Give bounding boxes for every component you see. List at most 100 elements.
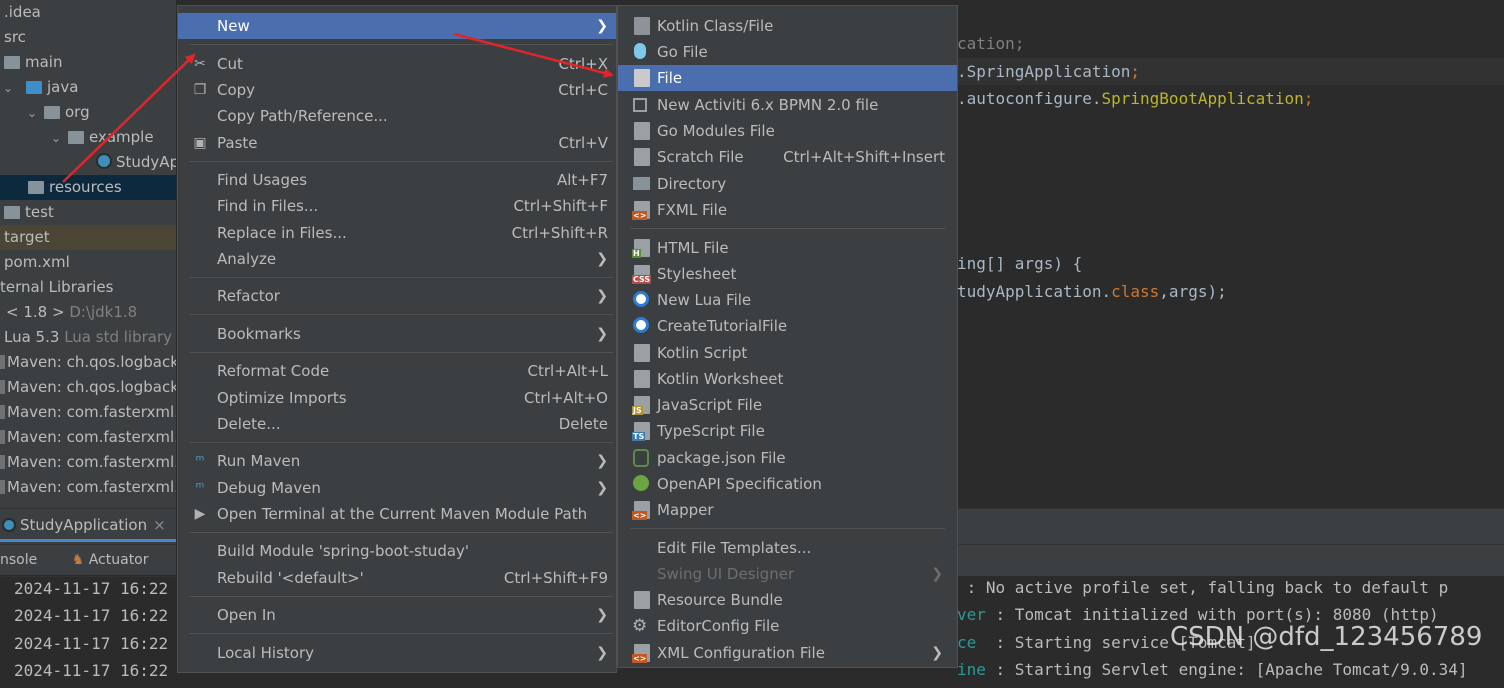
submenu-item-kotlin-class[interactable]: Kotlin Class/File bbox=[618, 13, 957, 39]
menu-item-optimize-imports[interactable]: Optimize Imports Ctrl+Alt+O bbox=[178, 385, 616, 411]
submenu-item-kotlin-worksheet[interactable]: Kotlin Worksheet bbox=[618, 366, 957, 392]
tree-item-test[interactable]: test bbox=[0, 200, 176, 225]
run-tool-tabs: StudyApplication × bbox=[0, 508, 176, 544]
submenu-item-scratch-file[interactable]: Scratch File Ctrl+Alt+Shift+Insert bbox=[618, 144, 957, 170]
submenu-item-create-tutorial[interactable]: CreateTutorialFile bbox=[618, 313, 957, 339]
folder-icon bbox=[633, 177, 650, 190]
menu-item-open-in[interactable]: Open In ❯ bbox=[178, 602, 616, 628]
context-menu: New ❯ ✂ Cut Ctrl+X ❐ Copy Ctrl+C Copy Path/Re… bbox=[177, 5, 617, 673]
submenu-item-openapi[interactable]: OpenAPI Specification bbox=[618, 471, 957, 497]
submenu-item-go-modules[interactable]: Go Modules File bbox=[618, 118, 957, 144]
copy-icon: ❐ bbox=[193, 82, 207, 98]
run-tab-studyapplication[interactable]: StudyApplication × bbox=[0, 509, 176, 542]
menu-item-build-module[interactable]: Build Module 'spring-boot-studay' bbox=[178, 538, 616, 564]
tree-item-jdk[interactable]: < 1.8 > D:\jdk1.8 bbox=[0, 300, 176, 325]
submenu-item-editorconfig[interactable]: ⚙ EditorConfig File bbox=[618, 613, 957, 639]
folder-icon bbox=[4, 206, 20, 219]
menu-item-cut[interactable]: ✂ Cut Ctrl+X bbox=[178, 51, 616, 77]
log-line: : No active profile set, falling back to… bbox=[957, 578, 1449, 597]
tree-item-maven-lib[interactable]: Maven: com.fasterxml.ja bbox=[0, 400, 176, 425]
menu-item-find-usages[interactable]: Find Usages Alt+F7 bbox=[178, 167, 616, 193]
menu-separator bbox=[189, 596, 613, 597]
tree-item-example[interactable]: ⌄ example bbox=[0, 125, 176, 150]
menu-item-replace-in-files[interactable]: Replace in Files... Ctrl+Shift+R bbox=[178, 220, 616, 246]
tree-item-target[interactable]: target bbox=[0, 225, 176, 250]
tab-actuator[interactable]: ♞ Actuator bbox=[72, 552, 149, 568]
log-timestamp: 2024-11-17 16:22 bbox=[14, 661, 169, 680]
kotlin-worksheet-icon bbox=[634, 370, 650, 388]
folder-icon bbox=[4, 56, 20, 69]
chevron-down-icon[interactable]: ⌄ bbox=[24, 101, 40, 126]
submenu-item-edit-templates[interactable]: Edit File Templates... bbox=[618, 535, 957, 561]
menu-item-delete[interactable]: Delete... Delete bbox=[178, 411, 616, 437]
chevron-right-icon: ❯ bbox=[931, 645, 943, 661]
tree-item-external-libraries[interactable]: ternal Libraries bbox=[0, 275, 176, 300]
chevron-down-icon[interactable]: ⌄ bbox=[48, 126, 64, 151]
code-editor[interactable]: cation; .SpringApplication; .autoconfigu… bbox=[957, 0, 1504, 508]
menu-separator bbox=[189, 314, 613, 315]
tab-console[interactable]: nsole bbox=[0, 552, 37, 568]
menu-item-new[interactable]: New ❯ bbox=[178, 13, 616, 39]
tree-item-pom[interactable]: pom.xml bbox=[0, 250, 176, 275]
tree-item-src[interactable]: src bbox=[0, 25, 176, 50]
submenu-item-stylesheet[interactable]: CSS Stylesheet bbox=[618, 261, 957, 287]
submenu-item-xml-config[interactable]: <> XML Configuration File ❯ bbox=[618, 640, 957, 666]
library-icon bbox=[0, 480, 5, 494]
submenu-item-directory[interactable]: Directory bbox=[618, 171, 957, 197]
code-line: .autoconfigure.SpringBootApplication; bbox=[957, 89, 1314, 108]
chevron-right-icon: ❯ bbox=[596, 607, 608, 623]
chevron-right-icon: ❯ bbox=[596, 480, 608, 496]
chevron-right-icon: ❯ bbox=[931, 566, 943, 582]
bpmn-icon bbox=[633, 98, 647, 112]
chevron-down-icon[interactable]: ⌄ bbox=[0, 76, 16, 101]
submenu-item-resource-bundle[interactable]: Resource Bundle bbox=[618, 587, 957, 613]
submenu-item-go-file[interactable]: Go File bbox=[618, 39, 957, 65]
submenu-item-lua[interactable]: New Lua File bbox=[618, 287, 957, 313]
menu-item-copy[interactable]: ❐ Copy Ctrl+C bbox=[178, 77, 616, 103]
submenu-item-package-json[interactable]: package.json File bbox=[618, 445, 957, 471]
menu-separator bbox=[189, 532, 613, 533]
menu-item-open-terminal[interactable]: ▶ Open Terminal at the Current Maven Modu… bbox=[178, 501, 616, 527]
tree-item-maven-lib[interactable]: Maven: ch.qos.logback: bbox=[0, 375, 176, 400]
spring-app-icon bbox=[2, 518, 16, 532]
menu-item-paste[interactable]: ▣ Paste Ctrl+V bbox=[178, 130, 616, 156]
menu-item-rebuild[interactable]: Rebuild '<default>' Ctrl+Shift+F9 bbox=[178, 565, 616, 591]
tree-item-maven-lib[interactable]: Maven: com.fasterxml.ja bbox=[0, 475, 176, 500]
submenu-item-fxml[interactable]: <> FXML File bbox=[618, 197, 957, 223]
menu-item-local-history[interactable]: Local History ❯ bbox=[178, 640, 616, 666]
menu-separator bbox=[630, 528, 945, 529]
tree-item-maven-lib[interactable]: Maven: com.fasterxml.ja bbox=[0, 450, 176, 475]
source-folder-icon bbox=[26, 81, 42, 94]
tree-item-idea[interactable]: .idea bbox=[0, 0, 176, 25]
kotlin-file-icon bbox=[634, 17, 650, 35]
menu-item-bookmarks[interactable]: Bookmarks ❯ bbox=[178, 321, 616, 347]
submenu-item-mapper[interactable]: <> Mapper bbox=[618, 497, 957, 523]
tree-item-java[interactable]: ⌄ java bbox=[0, 75, 176, 100]
menu-item-analyze[interactable]: Analyze ❯ bbox=[178, 246, 616, 272]
maven-run-icon: ᵐ bbox=[195, 453, 205, 469]
menu-item-find-in-files[interactable]: Find in Files... Ctrl+Shift+F bbox=[178, 193, 616, 219]
menu-item-refactor[interactable]: Refactor ❯ bbox=[178, 283, 616, 309]
typescript-file-icon: TS bbox=[632, 422, 650, 441]
submenu-item-kotlin-script[interactable]: Kotlin Script bbox=[618, 340, 957, 366]
tree-item-main[interactable]: main bbox=[0, 50, 176, 75]
submenu-item-bpmn-file[interactable]: New Activiti 6.x BPMN 2.0 file bbox=[618, 92, 957, 118]
code-line: ing[] args) { bbox=[957, 254, 1083, 273]
tree-item-lua[interactable]: Lua 5.3 Lua std library bbox=[0, 325, 176, 350]
tree-item-org[interactable]: ⌄ org bbox=[0, 100, 176, 125]
menu-item-copy-path[interactable]: Copy Path/Reference... bbox=[178, 103, 616, 129]
tree-item-resources[interactable]: resources bbox=[0, 175, 176, 200]
menu-item-debug-maven[interactable]: ᵐ Debug Maven ❯ bbox=[178, 475, 616, 501]
submenu-item-html[interactable]: H HTML File bbox=[618, 235, 957, 261]
menu-item-run-maven[interactable]: ᵐ Run Maven ❯ bbox=[178, 448, 616, 474]
close-icon[interactable]: × bbox=[153, 516, 166, 534]
tree-item-maven-lib[interactable]: Maven: ch.qos.logback: bbox=[0, 350, 176, 375]
menu-item-reformat-code[interactable]: Reformat Code Ctrl+Alt+L bbox=[178, 358, 616, 384]
menu-separator bbox=[189, 442, 613, 443]
terminal-icon: ▶ bbox=[194, 506, 206, 522]
submenu-item-javascript[interactable]: JS JavaScript File bbox=[618, 392, 957, 418]
tree-item-studyapplication[interactable]: StudyAp bbox=[0, 150, 176, 175]
submenu-item-typescript[interactable]: TS TypeScript File bbox=[618, 418, 957, 444]
submenu-item-file[interactable]: File bbox=[618, 65, 957, 91]
tree-item-maven-lib[interactable]: Maven: com.fasterxml.ja bbox=[0, 425, 176, 450]
